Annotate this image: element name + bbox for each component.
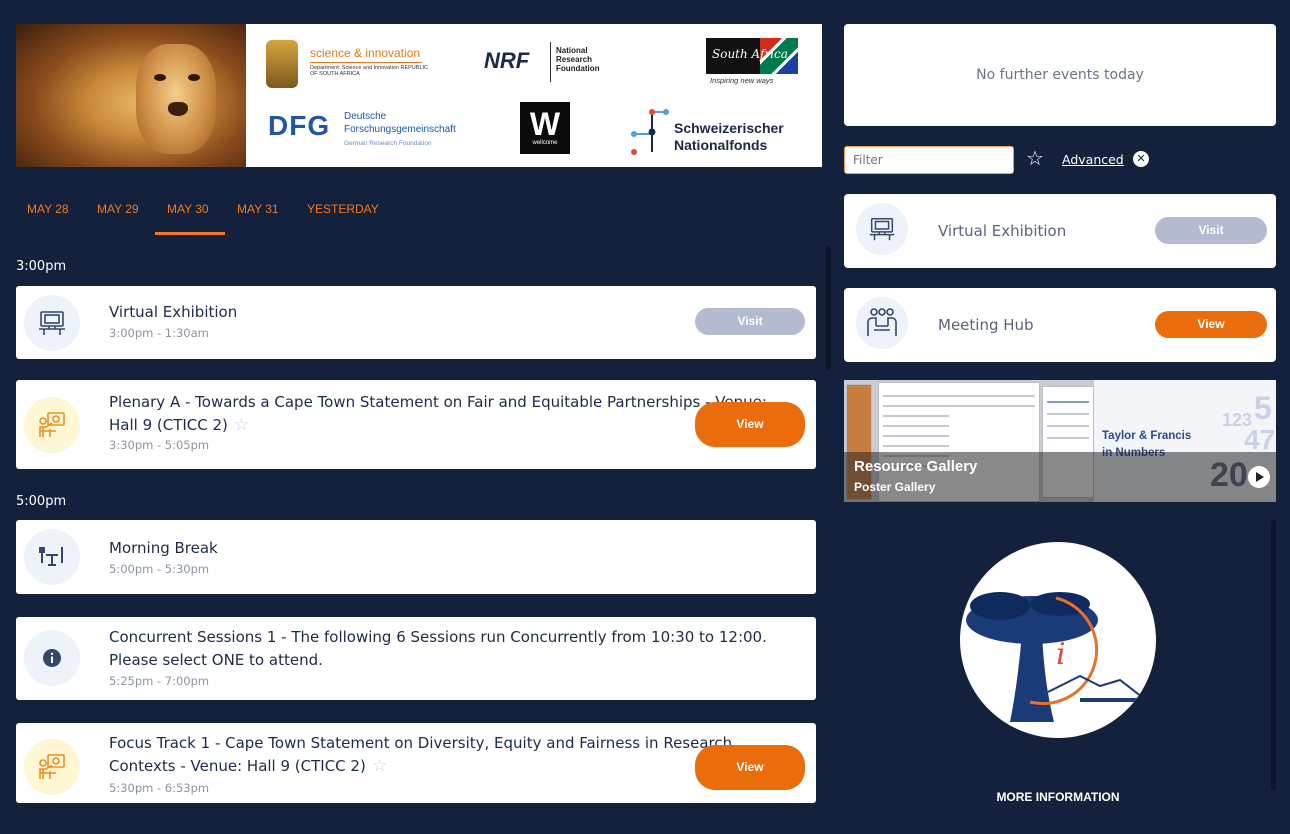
nrf-mark: NRF xyxy=(484,48,530,73)
presentation-icon xyxy=(24,739,80,795)
session-time: 3:00pm - 1:30am xyxy=(109,326,209,340)
session-title: Concurrent Sessions 1 - The following 6 … xyxy=(109,628,767,669)
tab-may-30[interactable]: MAY 30 xyxy=(167,202,209,216)
session-title: Morning Break xyxy=(109,539,218,557)
info-label: info xyxy=(1070,651,1094,666)
sa-script: South Africa xyxy=(712,47,788,61)
exhibition-icon xyxy=(856,203,908,255)
no-events-panel: No further events today xyxy=(844,24,1276,126)
wellcome-mark: W xyxy=(529,106,561,142)
more-information-label[interactable]: MORE INFORMATION xyxy=(844,790,1272,804)
visit-button[interactable]: Visit xyxy=(1155,217,1267,244)
sci-logo-title: science & innovation xyxy=(310,46,421,60)
gallery-subtitle: Poster Gallery xyxy=(854,480,936,494)
view-button[interactable]: View xyxy=(695,745,805,790)
snf-text: Schweizerischer Nationalfonds xyxy=(674,120,784,153)
favorites-filter-star-icon[interactable]: ☆ xyxy=(1026,146,1044,170)
gallery-title: Resource Gallery xyxy=(854,458,978,475)
lion-image xyxy=(16,24,246,167)
sa-tagline: Inspiring new ways xyxy=(710,76,774,85)
tf-line-1: Taylor & Francis xyxy=(1102,430,1192,442)
sponsor-banner: science & innovation Department: Science… xyxy=(16,24,822,167)
session-title: Plenary A - Towards a Cape Town Statemen… xyxy=(109,391,789,437)
sci-logo-subtitle: Department: Science and Innovation REPUB… xyxy=(310,65,429,77)
sidebar-scrollbar[interactable] xyxy=(1271,520,1276,790)
dining-icon xyxy=(24,529,80,585)
session-card[interactable]: Focus Track 1 - Cape Town Statement on D… xyxy=(16,723,816,803)
session-title: Focus Track 1 - Cape Town Statement on D… xyxy=(109,732,789,778)
schedule-scrollbar[interactable] xyxy=(826,246,831,370)
dfg-text: Deutsche Forschungsgemeinschaft xyxy=(344,111,456,135)
session-time: 5:25pm - 7:00pm xyxy=(109,674,210,688)
tab-may-28[interactable]: MAY 28 xyxy=(27,202,69,216)
visit-button[interactable]: Visit xyxy=(695,308,805,335)
session-card[interactable]: Concurrent Sessions 1 - The following 6 … xyxy=(16,617,816,700)
info-icon xyxy=(24,630,80,686)
session-title: Virtual Exhibition xyxy=(109,303,238,321)
advanced-filter-link[interactable]: Advanced xyxy=(1062,152,1124,167)
coat-of-arms-icon xyxy=(266,40,298,88)
view-button[interactable]: View xyxy=(1155,311,1267,338)
tab-may-31[interactable]: MAY 31 xyxy=(237,202,279,216)
session-card[interactable]: Plenary A - Towards a Cape Town Statemen… xyxy=(16,380,816,469)
tab-may-29[interactable]: MAY 29 xyxy=(97,202,139,216)
session-card[interactable]: Virtual Exhibition 3:00pm - 1:30am Visit xyxy=(16,286,816,359)
filter-input[interactable] xyxy=(844,146,1014,174)
resource-gallery-card[interactable]: 5 123 47 20 Taylor & Francisin Numbers R… xyxy=(844,380,1276,502)
snf-dots-icon xyxy=(631,109,669,155)
nrf-text: National Research Foundation xyxy=(556,46,600,73)
south-africa-logo: South Africa Inspiring new ways xyxy=(706,38,798,94)
next-arrow-icon[interactable] xyxy=(1248,466,1270,488)
baobab-tree-icon: i info xyxy=(966,592,1148,722)
exhibition-icon xyxy=(24,295,80,351)
dfg-logo: DFG Deutsche Forschungsgemeinschaft Germ… xyxy=(268,108,478,158)
science-innovation-logo: science & innovation Department: Science… xyxy=(266,40,428,96)
wellcome-subtitle: wellcome xyxy=(532,140,558,146)
virtual-exhibition-card[interactable]: Virtual Exhibition Visit xyxy=(844,194,1276,268)
session-time: 5:30pm - 6:53pm xyxy=(109,781,210,795)
tab-yesterday[interactable]: YESTERDAY xyxy=(307,202,379,216)
active-tab-indicator xyxy=(155,232,225,235)
more-information-image[interactable]: i info xyxy=(960,542,1156,738)
favorite-star-icon[interactable]: ☆ xyxy=(234,414,249,437)
dfg-mark: DFG xyxy=(268,110,331,141)
meeting-hub-card[interactable]: Meeting Hub View xyxy=(844,288,1276,362)
time-group-label: 3:00pm xyxy=(16,259,67,274)
meeting-icon xyxy=(856,297,908,349)
presentation-icon xyxy=(24,397,80,453)
snf-logo: Schweizerischer Nationalfonds xyxy=(630,106,810,158)
clear-filter-icon[interactable]: ✕ xyxy=(1133,151,1149,167)
nrf-logo: NRF National Research Foundation xyxy=(484,38,614,94)
view-button[interactable]: View xyxy=(695,402,805,447)
meeting-hub-label: Meeting Hub xyxy=(938,316,1034,334)
session-time: 5:00pm - 5:30pm xyxy=(109,562,210,576)
no-events-text: No further events today xyxy=(976,67,1144,83)
wellcome-logo: W wellcome xyxy=(520,102,570,154)
time-group-label: 5:00pm xyxy=(16,494,67,509)
session-title-text: Focus Track 1 - Cape Town Statement on D… xyxy=(109,734,733,775)
session-time: 3:30pm - 5:05pm xyxy=(109,438,210,452)
virtual-exhibition-label: Virtual Exhibition xyxy=(938,222,1067,240)
svg-text:i: i xyxy=(1056,637,1066,672)
favorite-star-icon[interactable]: ☆ xyxy=(372,755,387,778)
dfg-subtitle: German Research Foundation xyxy=(344,140,432,147)
session-card[interactable]: Morning Break 5:00pm - 5:30pm xyxy=(16,520,816,594)
session-title-text: Plenary A - Towards a Cape Town Statemen… xyxy=(109,393,767,434)
